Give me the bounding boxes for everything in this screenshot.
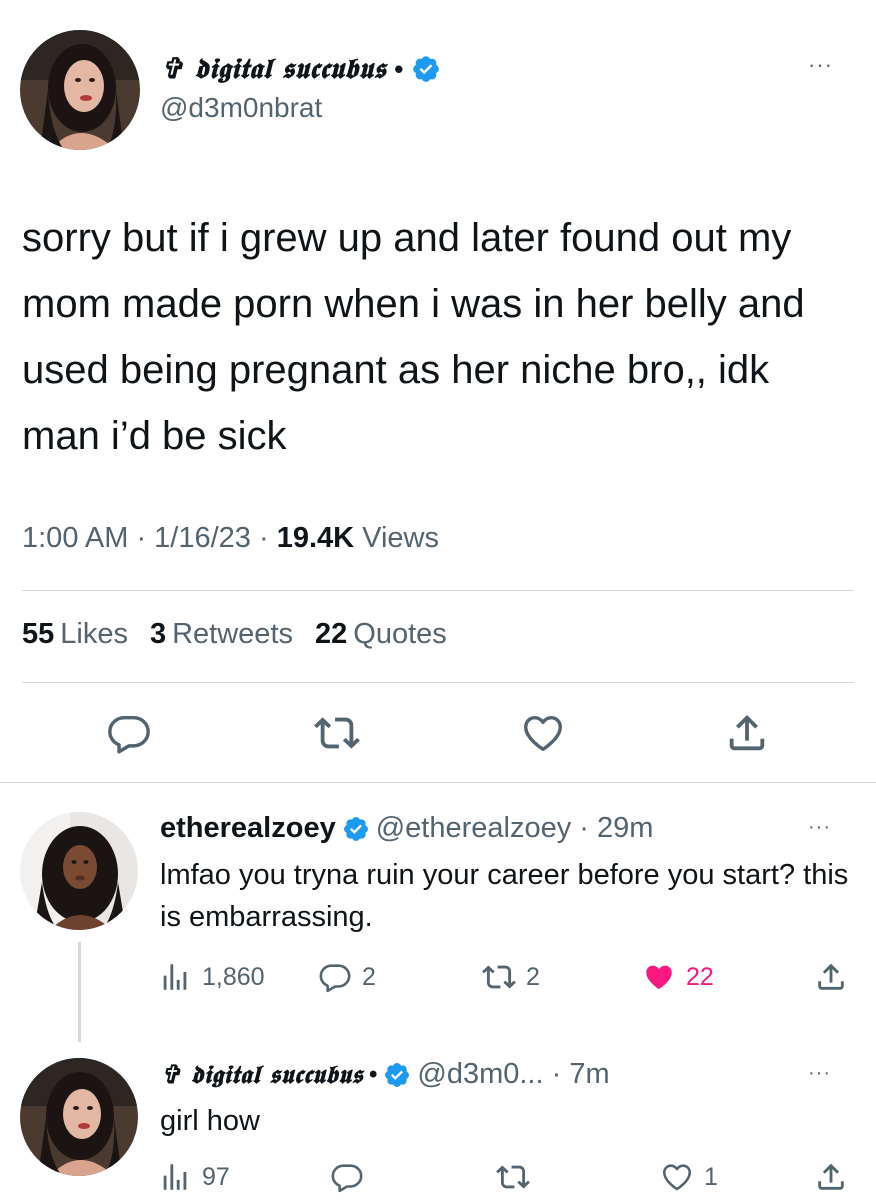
views-stat[interactable]: 1,860 bbox=[158, 960, 265, 994]
views-icon bbox=[163, 1164, 187, 1190]
main-author-display-name[interactable]: ✞ 𝖉𝖎𝖌𝖎𝖙𝖆𝖑 𝖘𝖚𝖈𝖈𝖚𝖇𝖚𝖘 bbox=[160, 52, 386, 86]
retweet-stat[interactable]: 2 bbox=[482, 960, 540, 994]
like-icon[interactable] bbox=[520, 710, 566, 756]
views-count: 1,860 bbox=[202, 962, 265, 991]
verified-badge-icon bbox=[383, 1061, 411, 1089]
retweets-label: Retweets bbox=[172, 618, 293, 650]
main-author-name-row[interactable]: ✞ 𝖉𝖎𝖌𝖎𝖙𝖆𝖑 𝖘𝖚𝖈𝖈𝖚𝖇𝖚𝖘 • bbox=[160, 52, 441, 86]
reply-text: girl how bbox=[160, 1105, 260, 1137]
reply-author-handle-time[interactable]: @d3m0... · 7m bbox=[417, 1058, 609, 1091]
reply-icon bbox=[319, 964, 351, 993]
views-label: Views bbox=[354, 522, 439, 554]
tweet-meta: 1:00 AM · 1/16/23 · 19.4K Views bbox=[22, 522, 439, 555]
retweets-count: 3 bbox=[149, 618, 167, 650]
like-icon bbox=[646, 965, 672, 990]
tweet-timestamp[interactable]: 1:00 AM · 1/16/23 · bbox=[22, 522, 277, 554]
retweet-icon bbox=[482, 965, 516, 989]
divider bbox=[22, 682, 854, 683]
reply-author-name[interactable]: ✞ 𝖉𝖎𝖌𝖎𝖙𝖆𝖑 𝖘𝖚𝖈𝖈𝖚𝖇𝖚𝖘 bbox=[160, 1060, 363, 1090]
divider bbox=[0, 782, 876, 783]
name-separator-dot: • bbox=[368, 1060, 378, 1088]
reply-text: lmfao you tryna ruin your career before … bbox=[160, 859, 849, 933]
more-icon[interactable]: ··· bbox=[808, 1062, 831, 1085]
like-count: 22 bbox=[686, 962, 714, 991]
reply-author-avatar[interactable] bbox=[20, 1058, 138, 1176]
tweet-action-bar bbox=[0, 710, 876, 766]
reply-icon[interactable] bbox=[106, 710, 152, 756]
reply-action-bar: 1,860 2 2 22 bbox=[0, 960, 876, 1000]
retweets-stat[interactable]: 3 Retweets bbox=[150, 618, 293, 651]
tweet-text: sorry but if i grew up and later found o… bbox=[22, 216, 805, 458]
views-stat[interactable]: 97 bbox=[158, 1160, 230, 1194]
quotes-count: 22 bbox=[315, 618, 348, 650]
verified-badge-icon bbox=[342, 815, 370, 843]
name-separator-dot: • bbox=[394, 53, 404, 84]
likes-label: Likes bbox=[60, 618, 128, 650]
verified-badge-icon bbox=[411, 54, 441, 84]
reply-author-avatar[interactable] bbox=[20, 812, 138, 930]
retweet-count: 2 bbox=[526, 962, 540, 991]
reply-action-bar: 97 1 bbox=[0, 1160, 876, 1200]
divider bbox=[22, 590, 854, 591]
likes-stat[interactable]: 55 Likes bbox=[22, 618, 128, 651]
like-count: 1 bbox=[704, 1162, 718, 1191]
reply-author-name[interactable]: etherealzoey bbox=[160, 812, 336, 845]
views-count: 19.4K bbox=[276, 522, 355, 554]
reply-stat[interactable]: 2 bbox=[318, 960, 376, 994]
share-icon[interactable] bbox=[724, 710, 770, 756]
views-icon bbox=[163, 964, 187, 990]
like-stat[interactable]: 22 bbox=[642, 960, 714, 994]
like-icon bbox=[662, 1164, 692, 1191]
like-stat[interactable]: 1 bbox=[660, 1160, 718, 1194]
quotes-stat[interactable]: 22 Quotes bbox=[315, 618, 447, 651]
more-icon[interactable]: ··· bbox=[808, 816, 831, 839]
quotes-label: Quotes bbox=[353, 618, 447, 650]
more-icon[interactable]: ··· bbox=[808, 52, 833, 78]
views-count: 97 bbox=[202, 1162, 230, 1191]
reply-icon[interactable] bbox=[330, 1160, 364, 1194]
engagement-stats: 55 Likes 3 Retweets 22 Quotes bbox=[22, 618, 447, 651]
share-icon[interactable] bbox=[814, 960, 848, 994]
share-icon[interactable] bbox=[814, 1160, 848, 1194]
retweet-icon[interactable] bbox=[314, 710, 360, 756]
reply-header: etherealzoey @etherealzoey · 29m bbox=[160, 812, 653, 845]
likes-count: 55 bbox=[22, 618, 55, 650]
reply-author-handle-time[interactable]: @etherealzoey · 29m bbox=[376, 812, 654, 845]
main-author-avatar[interactable] bbox=[20, 30, 140, 150]
reply-header: ✞ 𝖉𝖎𝖌𝖎𝖙𝖆𝖑 𝖘𝖚𝖈𝖈𝖚𝖇𝖚𝖘 • @d3m0... · 7m bbox=[160, 1058, 610, 1091]
reply-count: 2 bbox=[362, 962, 376, 991]
retweet-icon[interactable] bbox=[496, 1160, 530, 1194]
main-author-handle[interactable]: @d3m0nbrat bbox=[160, 92, 322, 124]
